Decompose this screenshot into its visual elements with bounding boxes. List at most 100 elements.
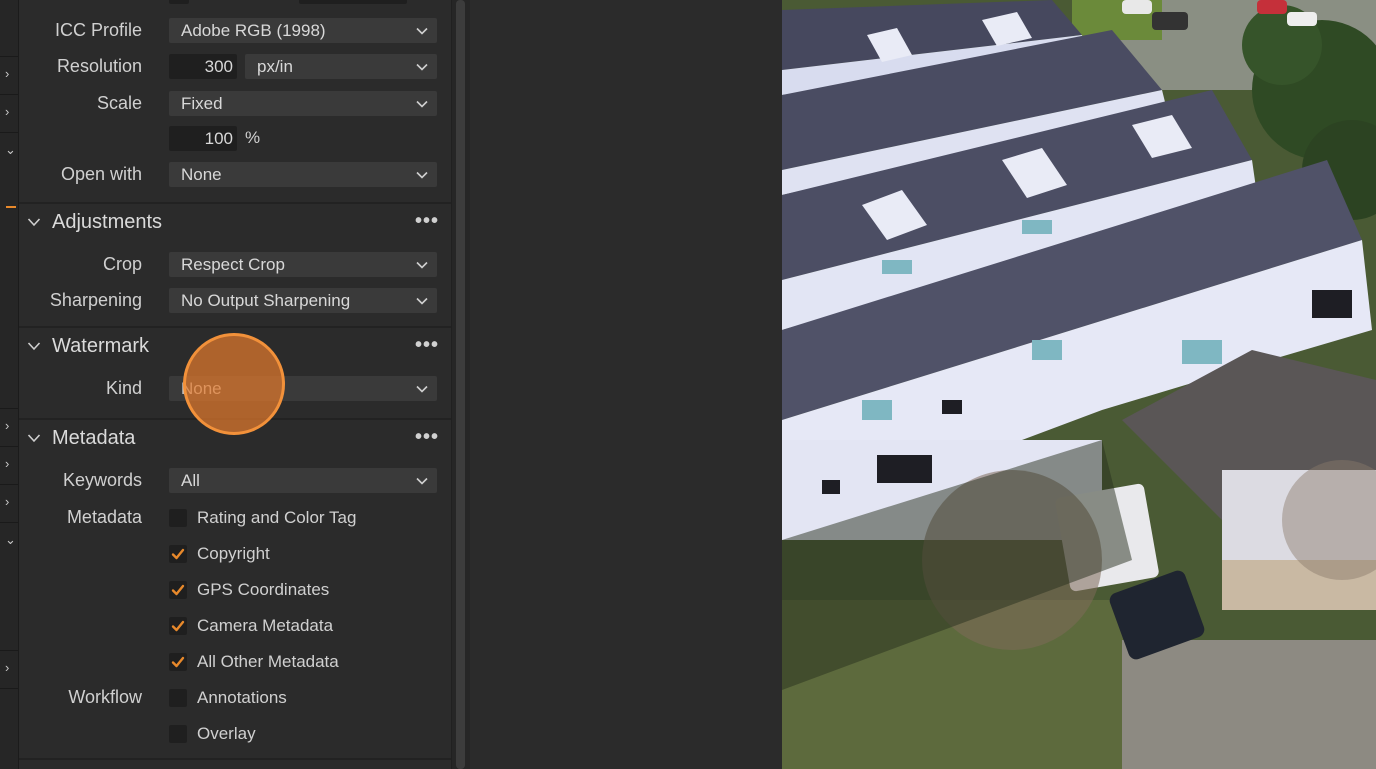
- keywords-label: Keywords: [62, 470, 142, 490]
- chevron-down-icon[interactable]: [27, 339, 41, 353]
- more-horizontal-icon[interactable]: •••: [415, 426, 439, 449]
- chevron-right-icon[interactable]: ›: [5, 419, 17, 432]
- more-horizontal-icon[interactable]: •••: [415, 334, 439, 357]
- checkbox-unchecked[interactable]: [169, 689, 187, 707]
- checkbox-checked[interactable]: [169, 545, 187, 563]
- sharpening-row: Sharpening No Output Sharpening: [19, 286, 451, 314]
- partial-field[interactable]: [299, 0, 407, 4]
- resolution-row: Resolution 300 px/in: [19, 52, 451, 80]
- chevron-down-icon[interactable]: ⌄: [5, 143, 17, 156]
- watermark-kind-value: None: [181, 379, 222, 398]
- chevron-down-icon: [416, 171, 428, 179]
- checkbox-unchecked[interactable]: [169, 509, 187, 527]
- icc-profile-row: ICC Profile Adobe RGB (1998): [19, 16, 451, 44]
- sharpening-value: No Output Sharpening: [181, 291, 351, 310]
- watermark-kind-select[interactable]: None: [169, 376, 437, 401]
- metadata-title: Metadata: [52, 427, 136, 449]
- watermark-section-header[interactable]: Watermark •••: [19, 326, 451, 364]
- watermark-title: Watermark: [52, 335, 150, 357]
- chevron-right-icon[interactable]: ›: [5, 105, 17, 118]
- open-with-value: None: [181, 165, 222, 184]
- chevron-right-icon[interactable]: ›: [5, 457, 17, 470]
- keywords-value: All: [181, 471, 200, 490]
- image-viewer[interactable]: [782, 0, 1376, 769]
- checkbox-label: All Other Metadata: [197, 652, 339, 671]
- checkbox-label: Copyright: [197, 544, 270, 563]
- rail-accent-mark: [6, 206, 16, 208]
- chevron-down-icon: [416, 27, 428, 35]
- left-tool-rail: › › ⌄ › › › ⌄ ›: [0, 0, 19, 769]
- checkmark-icon: [171, 620, 185, 632]
- keywords-row: Keywords All: [19, 466, 451, 494]
- rail-divider: [0, 408, 18, 409]
- icc-profile-value: Adobe RGB (1998): [181, 21, 326, 40]
- viewer-background: [470, 0, 782, 769]
- checkbox-label: Camera Metadata: [197, 616, 334, 635]
- checkmark-icon: [171, 656, 185, 668]
- resolution-value: 300: [204, 57, 233, 76]
- icc-profile-label: ICC Profile: [54, 20, 142, 40]
- watermark-kind-row: Kind None: [19, 374, 451, 402]
- icc-profile-select[interactable]: Adobe RGB (1998): [169, 18, 437, 43]
- scrollbar-thumb[interactable]: [456, 0, 465, 769]
- chevron-down-icon[interactable]: [27, 431, 41, 445]
- more-horizontal-icon[interactable]: •••: [415, 210, 439, 233]
- checkbox-label: Annotations: [197, 688, 287, 707]
- checkbox-label: GPS Coordinates: [197, 580, 330, 599]
- open-with-label: Open with: [60, 164, 142, 184]
- watermark-kind-label: Kind: [105, 378, 142, 398]
- chevron-down-icon[interactable]: [27, 215, 41, 229]
- rail-divider: [0, 94, 18, 95]
- chevron-down-icon: [416, 261, 428, 269]
- chevron-down-icon: [416, 477, 428, 485]
- resolution-label: Resolution: [56, 56, 142, 76]
- resolution-unit-select[interactable]: px/in: [245, 54, 437, 79]
- checkbox-unchecked[interactable]: [169, 725, 187, 743]
- panel-scrollbar[interactable]: [451, 0, 471, 769]
- keywords-select[interactable]: All: [169, 468, 437, 493]
- sharpening-label: Sharpening: [49, 290, 142, 310]
- chevron-down-icon[interactable]: ⌄: [5, 533, 17, 546]
- scale-percent-value: 100: [204, 129, 233, 148]
- partial-checkbox[interactable]: [169, 0, 189, 4]
- chevron-down-icon: [416, 63, 428, 71]
- scale-percent-unit: %: [245, 128, 261, 147]
- rail-divider: [0, 132, 18, 133]
- workflow-label: Workflow: [68, 687, 142, 707]
- checkbox-row: Annotations: [169, 683, 451, 711]
- chevron-down-icon: [416, 385, 428, 393]
- chevron-right-icon[interactable]: ›: [5, 495, 17, 508]
- rail-divider: [0, 446, 18, 447]
- scale-label: Scale: [96, 93, 142, 113]
- metadata-section-header[interactable]: Metadata •••: [19, 418, 451, 456]
- chevron-right-icon[interactable]: ›: [5, 661, 17, 674]
- resolution-unit-value: px/in: [257, 57, 293, 76]
- chevron-down-icon: [416, 297, 428, 305]
- crop-row: Crop Respect Crop: [19, 250, 451, 278]
- resolution-input[interactable]: 300: [169, 54, 237, 79]
- scale-select[interactable]: Fixed: [169, 91, 437, 116]
- chevron-down-icon: [416, 100, 428, 108]
- checkbox-row: Overlay: [169, 719, 451, 747]
- sharpening-select[interactable]: No Output Sharpening: [169, 288, 437, 313]
- rail-divider: [0, 688, 18, 689]
- metadata-options-label: Metadata: [66, 507, 142, 527]
- checkbox-checked[interactable]: [169, 617, 187, 635]
- checkmark-icon: [171, 548, 185, 560]
- rail-divider: [0, 56, 18, 57]
- scale-percent-input[interactable]: 100: [169, 126, 237, 151]
- checkbox-checked[interactable]: [169, 581, 187, 599]
- open-with-select[interactable]: None: [169, 162, 437, 187]
- scale-percent-row: 100 %: [19, 124, 451, 152]
- adjustments-section-header[interactable]: Adjustments •••: [19, 202, 451, 240]
- checkbox-row: All Other Metadata: [169, 647, 451, 675]
- chevron-right-icon[interactable]: ›: [5, 67, 17, 80]
- open-with-row: Open with None: [19, 160, 451, 188]
- rail-divider: [0, 484, 18, 485]
- crop-select[interactable]: Respect Crop: [169, 252, 437, 277]
- checkbox-row: Copyright: [169, 539, 451, 567]
- adjustments-title: Adjustments: [52, 211, 163, 233]
- checkbox-checked[interactable]: [169, 653, 187, 671]
- section-divider: [19, 758, 451, 760]
- scale-row: Scale Fixed: [19, 89, 451, 117]
